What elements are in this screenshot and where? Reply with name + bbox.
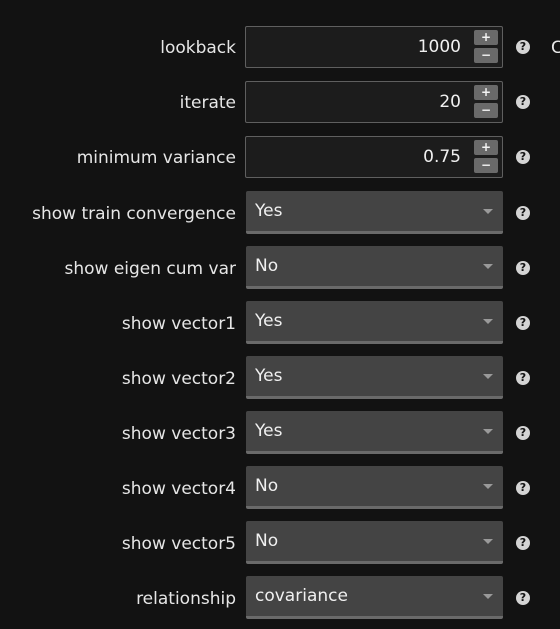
increment-button[interactable]: + — [474, 30, 498, 45]
setting-row-show-vector2: show vector2 Yes ? — [0, 356, 560, 402]
setting-row-iterate: iterate 20 + − ? — [0, 80, 560, 126]
iterate-stepper[interactable]: + − — [474, 85, 498, 119]
show-vector2-label: show vector2 — [121, 369, 236, 389]
show-vector2-value: Yes — [255, 366, 283, 386]
question-circle-icon[interactable]: ? — [516, 316, 530, 330]
relationship-value: covariance — [255, 586, 348, 606]
show-train-convergence-value: Yes — [255, 201, 283, 221]
question-circle-icon[interactable]: ? — [516, 150, 530, 164]
question-circle-icon[interactable]: ? — [516, 426, 530, 440]
minimum-variance-input[interactable]: 0.75 + − — [245, 136, 503, 178]
show-vector4-label: show vector4 — [121, 479, 236, 499]
show-vector5-value: No — [255, 531, 279, 551]
show-vector1-select[interactable]: Yes — [246, 301, 503, 344]
setting-row-minimum-variance: minimum variance 0.75 + − ? — [0, 135, 560, 181]
question-circle-icon[interactable]: ? — [516, 481, 530, 495]
caret-down-icon — [483, 429, 493, 434]
question-circle-icon[interactable]: ? — [516, 206, 530, 220]
show-vector5-select[interactable]: No — [246, 521, 503, 564]
increment-button[interactable]: + — [474, 140, 498, 155]
minimum-variance-stepper[interactable]: + − — [474, 140, 498, 174]
lookback-input[interactable]: 1000 + − — [245, 26, 503, 68]
caret-down-icon — [483, 594, 493, 599]
question-circle-icon[interactable]: ? — [516, 371, 530, 385]
caret-down-icon — [483, 484, 493, 489]
lookback-label: lookback — [160, 38, 236, 58]
show-vector5-label: show vector5 — [121, 534, 236, 554]
show-vector3-label: show vector3 — [121, 424, 236, 444]
setting-row-show-eigen-cum-var: show eigen cum var No ? — [0, 246, 560, 292]
show-train-convergence-select[interactable]: Yes — [246, 191, 503, 234]
show-eigen-cum-var-select[interactable]: No — [246, 246, 503, 289]
show-eigen-cum-var-label: show eigen cum var — [64, 259, 236, 279]
setting-row-show-vector5: show vector5 No ? — [0, 521, 560, 567]
minimum-variance-value: 0.75 — [423, 147, 461, 167]
relationship-select[interactable]: covariance — [246, 576, 503, 619]
iterate-label: iterate — [179, 93, 236, 113]
question-circle-icon[interactable]: ? — [516, 40, 530, 54]
caret-down-icon — [483, 539, 493, 544]
setting-row-show-vector4: show vector4 No ? — [0, 466, 560, 512]
decrement-button[interactable]: − — [474, 103, 498, 118]
setting-row-show-vector3: show vector3 Yes ? — [0, 411, 560, 457]
lookback-stepper[interactable]: + − — [474, 30, 498, 64]
show-vector4-select[interactable]: No — [246, 466, 503, 509]
question-circle-icon[interactable]: ? — [516, 95, 530, 109]
show-eigen-cum-var-value: No — [255, 256, 279, 276]
setting-row-show-train-convergence: show train convergence Yes ? — [0, 191, 560, 237]
caret-down-icon — [483, 374, 493, 379]
question-circle-icon[interactable]: ? — [516, 591, 530, 605]
relationship-label: relationship — [136, 589, 236, 609]
decrement-button[interactable]: − — [474, 158, 498, 173]
caret-down-icon — [483, 264, 493, 269]
caret-down-icon — [483, 319, 493, 324]
setting-row-show-vector1: show vector1 Yes ? — [0, 301, 560, 347]
show-vector3-value: Yes — [255, 421, 283, 441]
show-vector2-select[interactable]: Yes — [246, 356, 503, 399]
iterate-value: 20 — [439, 92, 461, 112]
setting-row-lookback: lookback 1000 + − ? — [0, 25, 560, 71]
decrement-button[interactable]: − — [474, 48, 498, 63]
show-vector1-value: Yes — [255, 311, 283, 331]
increment-button[interactable]: + — [474, 85, 498, 100]
show-vector4-value: No — [255, 476, 279, 496]
question-circle-icon[interactable]: ? — [516, 536, 530, 550]
show-vector1-label: show vector1 — [121, 314, 236, 334]
show-vector3-select[interactable]: Yes — [246, 411, 503, 454]
iterate-input[interactable]: 20 + − — [245, 81, 503, 123]
caret-down-icon — [483, 209, 493, 214]
lookback-value: 1000 — [417, 37, 461, 57]
setting-row-relationship: relationship covariance ? — [0, 576, 560, 622]
question-circle-icon[interactable]: ? — [516, 261, 530, 275]
show-train-convergence-label: show train convergence — [32, 204, 236, 224]
clipped-edge-text: C — [551, 38, 560, 58]
minimum-variance-label: minimum variance — [76, 148, 236, 168]
